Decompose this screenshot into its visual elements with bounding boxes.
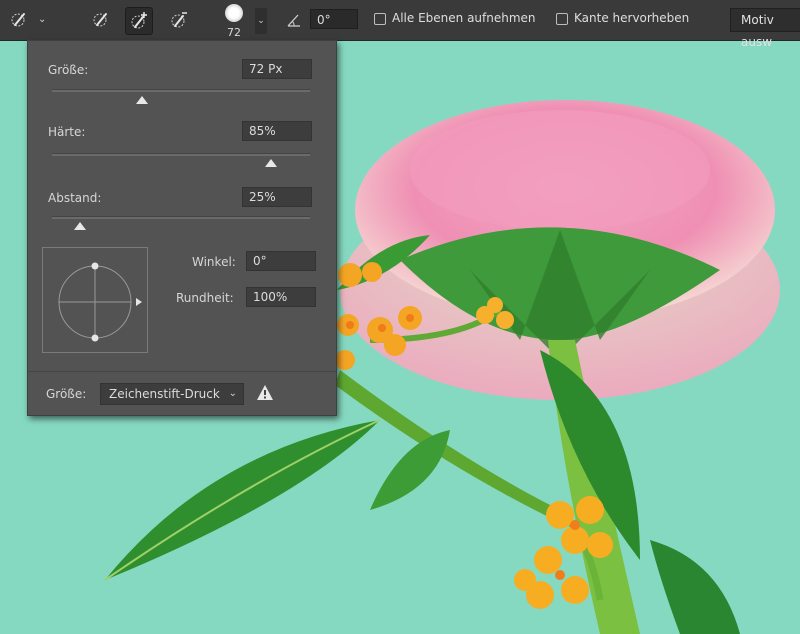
size-control-select[interactable]: Zeichenstift-Druck ⌄: [100, 383, 244, 405]
quick-selection-brush-icon: [11, 13, 25, 27]
brush-settings-dropdown[interactable]: ⌄: [255, 8, 267, 34]
angle-input[interactable]: 0°: [310, 9, 358, 29]
select-subject-button[interactable]: Motiv ausw: [730, 8, 800, 49]
angle-arrow-icon: [136, 298, 142, 306]
roundness-handle-top: [91, 262, 99, 270]
panel-divider: [28, 371, 336, 372]
brush-shape-preview[interactable]: [42, 247, 148, 353]
panel-angle-input[interactable]: 0°: [246, 251, 316, 271]
roundness-handle-bottom: [91, 334, 99, 342]
brush-angle-roundness-widget: [58, 262, 142, 342]
add-to-selection-button[interactable]: [125, 7, 153, 35]
size-control-value: Zeichenstift-Druck: [109, 387, 220, 401]
hardness-slider-thumb[interactable]: [265, 159, 278, 167]
size-slider-track[interactable]: [52, 89, 310, 92]
hardness-input[interactable]: 85%: [242, 121, 312, 141]
size-control-label: Größe:: [46, 387, 87, 401]
spacing-slider-thumb[interactable]: [74, 222, 87, 230]
hardness-label: Härte:: [48, 125, 86, 139]
options-bar: ⌄ 72 ⌄ 0° Alle Ebenen aufnehmen Kante he…: [0, 0, 800, 49]
subtract-from-selection-button[interactable]: [166, 7, 192, 33]
roundness-input[interactable]: 100%: [246, 287, 316, 307]
panel-angle-label: Winkel:: [192, 255, 236, 269]
quick-selection-add-icon: [131, 12, 147, 29]
size-slider-thumb[interactable]: [136, 96, 149, 104]
hardness-slider-track[interactable]: [52, 153, 310, 156]
brush-tip-icon: [225, 4, 243, 22]
brush-preset-picker[interactable]: [6, 7, 32, 33]
chevron-down-icon: ⌄: [228, 388, 237, 399]
size-label: Größe:: [48, 63, 89, 77]
quick-selection-new-icon: [93, 13, 107, 27]
spacing-input[interactable]: 25%: [242, 187, 312, 207]
enhance-edge-label: Kante hervorheben: [574, 11, 690, 25]
new-selection-button[interactable]: [88, 7, 114, 33]
spacing-slider-track[interactable]: [52, 216, 310, 219]
enhance-edge-checkbox[interactable]: [556, 13, 568, 25]
spacing-label: Abstand:: [48, 191, 102, 205]
brush-size-value: 72: [227, 26, 241, 39]
size-input[interactable]: 72 Px: [242, 59, 312, 79]
chevron-down-icon: ⌄: [257, 16, 265, 26]
roundness-label: Rundheit:: [176, 291, 234, 305]
sample-all-layers-checkbox[interactable]: [374, 13, 386, 25]
warning-icon[interactable]: [256, 384, 274, 402]
sample-all-layers-label: Alle Ebenen aufnehmen: [392, 11, 536, 25]
brush-size-preview[interactable]: 72: [214, 0, 254, 40]
quick-selection-subtract-icon: [171, 12, 187, 28]
brush-settings-panel: Größe: 72 Px Härte: 85% Abstand: 25% Win…: [27, 40, 337, 416]
chevron-down-icon[interactable]: ⌄: [38, 14, 46, 25]
angle-icon: [287, 14, 300, 27]
